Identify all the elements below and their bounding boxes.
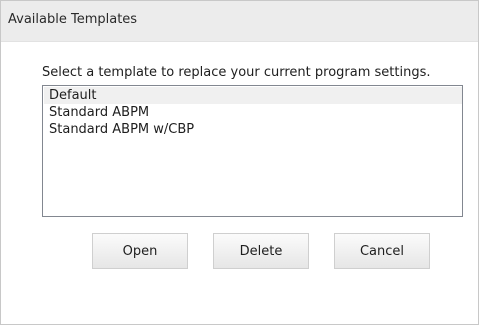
template-item-standard-abpm-cbp[interactable]: Standard ABPM w/CBP [44,121,194,138]
available-templates-dialog: Available Templates Select a template to… [0,0,479,325]
delete-button[interactable]: Delete [213,233,309,269]
title-bar[interactable]: Available Templates [1,1,478,42]
template-item-default[interactable]: Default [44,87,462,104]
cancel-button[interactable]: Cancel [334,233,430,269]
template-list[interactable]: Default Standard ABPM Standard ABPM w/CB… [42,85,463,217]
window-title: Available Templates [8,12,138,27]
template-item-standard-abpm[interactable]: Standard ABPM [44,104,149,121]
instruction-label: Select a template to replace your curren… [42,65,431,80]
open-button[interactable]: Open [92,233,188,269]
